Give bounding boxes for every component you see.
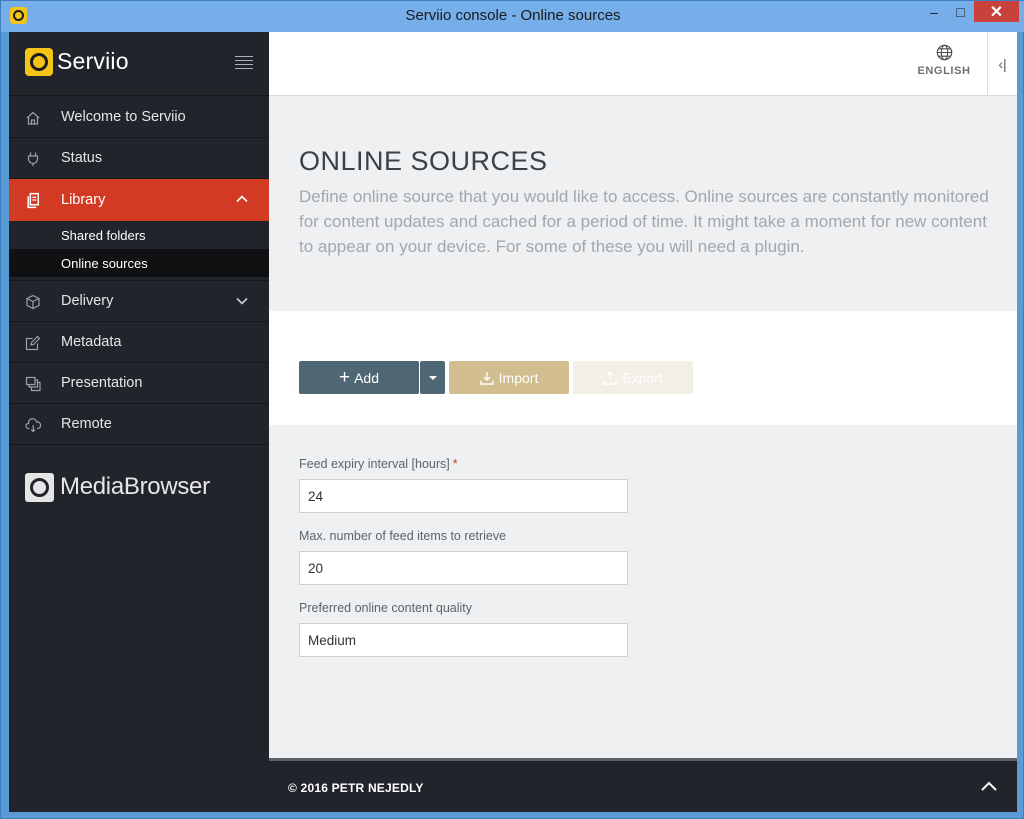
title-bar[interactable]: Serviio console - Online sources – □ ✕ — [1, 1, 1024, 32]
page-title: ONLINE SOURCES — [299, 146, 548, 176]
export-button-label: Export — [622, 369, 663, 386]
add-dropdown-button[interactable] — [420, 361, 445, 394]
home-icon — [23, 108, 43, 128]
caret-down-icon — [428, 375, 437, 380]
page-footer: © 2016 PETR NEJEDLY — [269, 758, 1017, 812]
chevron-up-icon[interactable] — [979, 777, 999, 795]
edit-icon — [23, 333, 43, 353]
max-feed-items-input[interactable]: 20 — [299, 551, 628, 585]
upload-icon — [603, 370, 617, 385]
sidebar-item-delivery[interactable]: Delivery — [9, 281, 269, 322]
sidebar-item-label: Status — [61, 150, 103, 166]
expiry-interval-label-text: Feed expiry interval [hours] — [299, 457, 450, 471]
brand-name: Serviio — [57, 48, 129, 74]
library-icon — [23, 190, 43, 210]
sidebar-item-label: Remote — [61, 416, 112, 432]
serviio-logo-icon — [25, 48, 53, 76]
copyright-text: © 2016 PETR NEJEDLY — [288, 781, 424, 795]
chevron-up-icon — [234, 191, 250, 207]
app-content: Serviio Welcome to Serviio Status Librar… — [9, 32, 1017, 812]
sidebar-subitem-label: Online sources — [61, 255, 148, 271]
add-button-label: Add — [354, 369, 380, 386]
sidebar-item-label: Presentation — [61, 375, 143, 391]
collapse-panel-button[interactable]: ‹| — [987, 32, 1017, 96]
sidebar-subitem-online-sources[interactable]: Online sources — [9, 249, 269, 277]
import-button[interactable]: Import — [449, 361, 569, 394]
download-icon — [479, 371, 494, 385]
hamburger-menu-icon[interactable] — [235, 56, 253, 69]
page-intro: ONLINE SOURCES Define online source that… — [269, 96, 1017, 311]
box-icon — [23, 292, 43, 312]
import-button-label: Import — [498, 369, 539, 386]
settings-form: Feed expiry interval [hours] * 24 Max. nu… — [269, 425, 1017, 759]
sidebar-item-label: Metadata — [61, 334, 122, 350]
mediabrowser-link[interactable]: MediaBrowser — [25, 472, 210, 502]
maximize-button[interactable]: □ — [947, 1, 974, 22]
language-label: ENGLISH — [917, 65, 971, 77]
expiry-interval-label: Feed expiry interval [hours] * — [299, 457, 458, 471]
max-feed-items-label: Max. number of feed items to retrieve — [299, 529, 507, 543]
page-description: Define online source that you would like… — [299, 187, 989, 256]
close-button[interactable]: ✕ — [974, 1, 1019, 22]
export-button[interactable]: Export — [573, 361, 693, 394]
add-button[interactable]: + Add — [299, 361, 419, 394]
language-selector[interactable]: ENGLISH — [914, 44, 974, 77]
expiry-interval-input[interactable]: 24 — [299, 479, 628, 513]
plus-icon: + — [338, 367, 351, 388]
brand-header: Serviio — [9, 32, 269, 96]
plug-icon — [23, 149, 43, 169]
content-quality-label: Preferred online content quality — [299, 601, 473, 615]
library-submenu: Shared folders Online sources — [9, 221, 269, 281]
minimize-button[interactable]: – — [921, 1, 947, 22]
sidebar-item-metadata[interactable]: Metadata — [9, 322, 269, 363]
sidebar-item-label: Library — [61, 192, 106, 208]
globe-icon — [936, 44, 953, 61]
window-title: Serviio console - Online sources — [405, 7, 621, 24]
sidebar-item-status[interactable]: Status — [9, 138, 269, 179]
content-quality-select[interactable]: Medium — [299, 623, 628, 657]
sidebar-nav: Welcome to Serviio Status Library Shared… — [9, 97, 269, 445]
sidebar-item-welcome[interactable]: Welcome to Serviio — [9, 97, 269, 138]
sidebar-subitem-label: Shared folders — [61, 227, 146, 243]
top-header: ENGLISH ‹| — [269, 32, 1017, 96]
sidebar-subitem-shared-folders[interactable]: Shared folders — [9, 221, 269, 249]
required-marker: * — [452, 457, 458, 471]
sidebar-item-presentation[interactable]: Presentation — [9, 363, 269, 404]
actions-toolbar: + Add Import Export — [269, 311, 1017, 425]
cloud-icon — [23, 415, 43, 435]
chevron-down-icon — [234, 293, 250, 309]
sidebar-item-label: Delivery — [61, 293, 114, 309]
app-window: Serviio console - Online sources – □ ✕ S… — [0, 0, 1024, 819]
sidebar: Serviio Welcome to Serviio Status Librar… — [9, 32, 269, 812]
mediabrowser-label: MediaBrowser — [60, 473, 210, 500]
sidebar-item-remote[interactable]: Remote — [9, 404, 269, 445]
sidebar-item-library[interactable]: Library — [9, 179, 269, 221]
presentation-icon — [23, 374, 43, 394]
mediabrowser-logo-icon — [25, 472, 54, 502]
sidebar-item-label: Welcome to Serviio — [61, 109, 186, 125]
